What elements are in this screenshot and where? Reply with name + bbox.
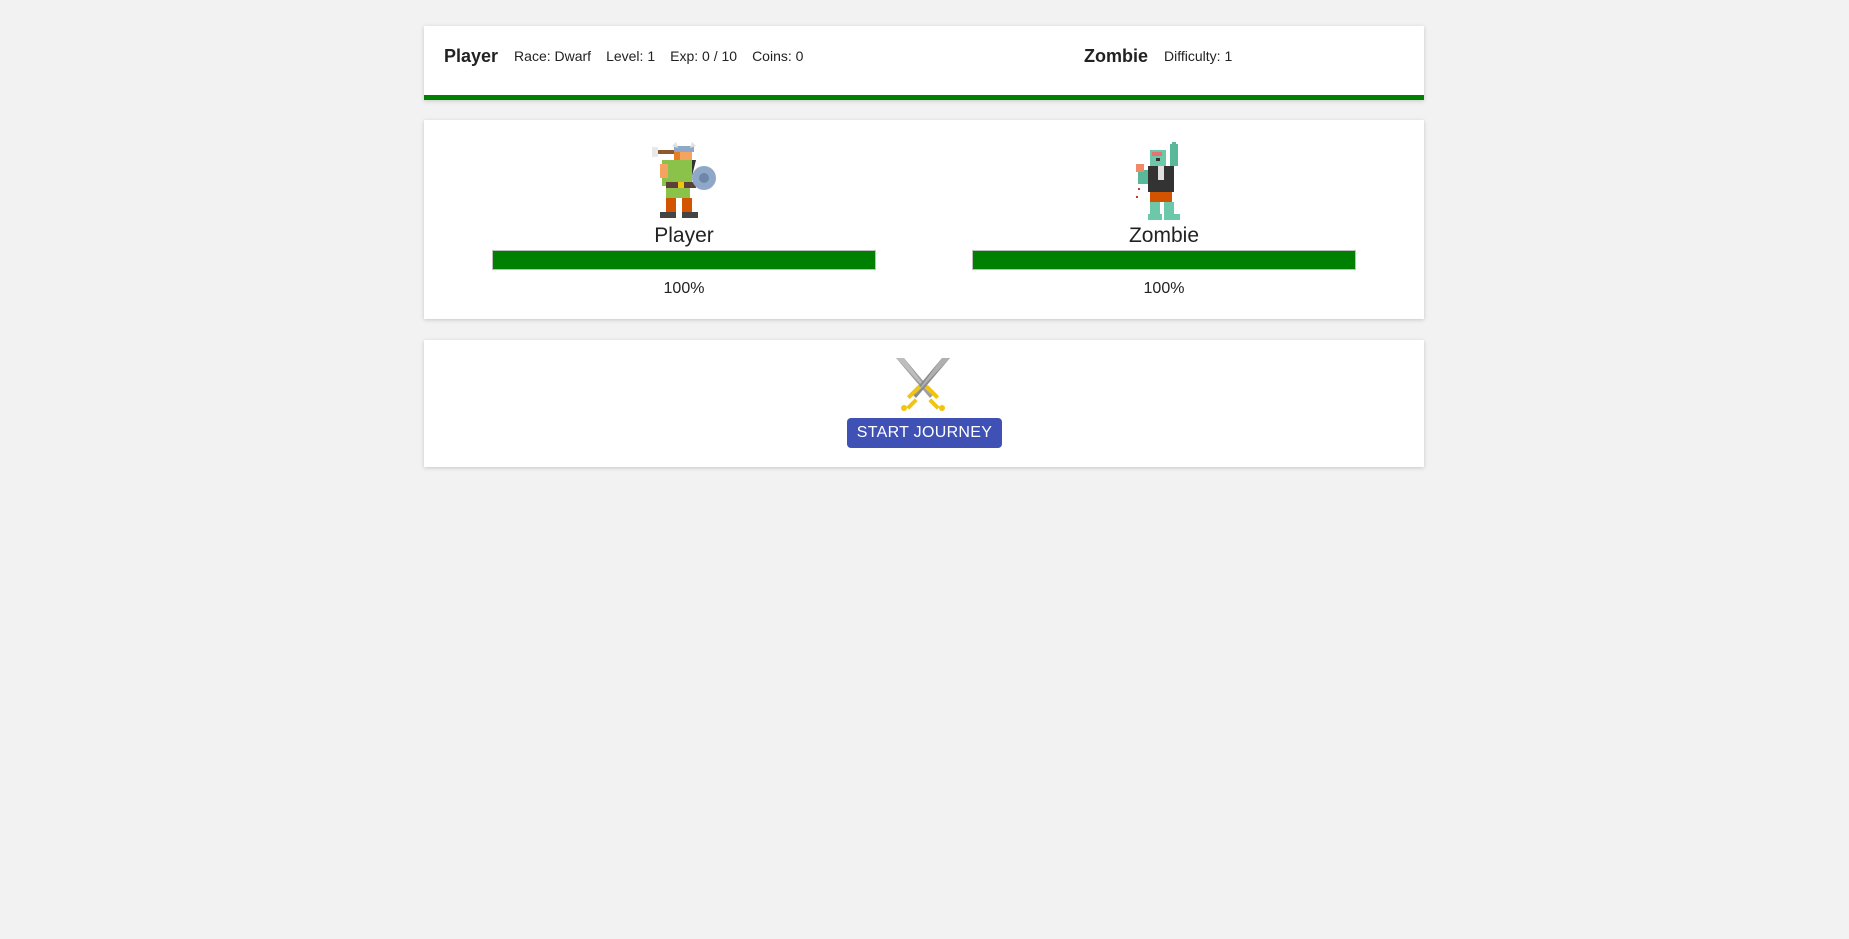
zombie-icon: [1136, 142, 1180, 220]
dwarf-warrior-icon: [652, 142, 716, 218]
player-health-label: 100%: [663, 280, 705, 297]
enemy-health-fill: [973, 251, 1355, 269]
stats-header: Player Race: Dwarf Level: 1 Exp: 0 / 10 …: [424, 26, 1424, 100]
player-title: Player: [444, 45, 499, 66]
player-exp: Exp: 0 / 10: [670, 48, 738, 64]
enemy-stats: Zombie Difficulty: 1: [1084, 26, 1247, 86]
player-stats: Player Race: Dwarf Level: 1 Exp: 0 / 10 …: [444, 26, 818, 86]
player-race: Race: Dwarf: [514, 48, 592, 64]
player-level: Level: 1: [606, 48, 656, 64]
start-journey-button[interactable]: START JOURNEY: [847, 418, 1002, 448]
action-panel: START JOURNEY: [424, 340, 1424, 467]
enemy-difficulty: Difficulty: 1: [1164, 48, 1233, 64]
enemy-title: Zombie: [1084, 45, 1149, 66]
enemy-name: Zombie: [1128, 224, 1200, 247]
player-name: Player: [654, 224, 714, 247]
enemy-health-label: 100%: [1143, 280, 1185, 297]
player-health-bar: [492, 250, 876, 270]
header-progress-bar: [424, 95, 1424, 100]
crossed-swords-icon: [896, 358, 950, 411]
enemy-health-bar: [972, 250, 1356, 270]
player-coins: Coins: 0: [752, 48, 804, 64]
header-progress-fill: [424, 95, 1424, 100]
battle-arena: Player 100% Zombie 100%: [424, 120, 1424, 319]
player-health-fill: [493, 251, 875, 269]
